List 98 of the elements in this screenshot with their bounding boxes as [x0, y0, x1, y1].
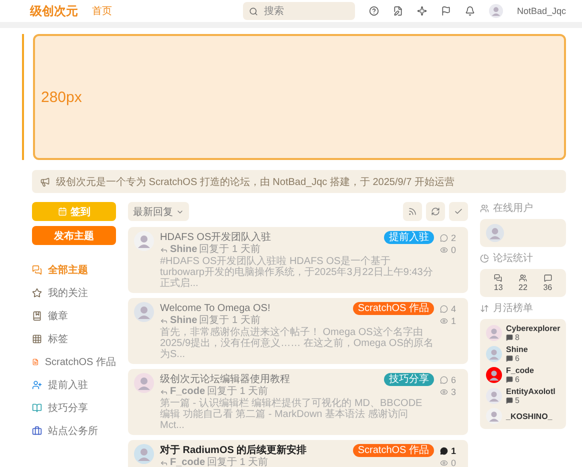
leader-name[interactable]: _KOSHINO_: [506, 412, 552, 420]
post-excerpt: 第一篇 - 认识编辑栏 编辑栏提供了可视化的 MD、BBCODE 编辑 功能自己看 第二篇 - MarkDown 基本语法 感谢访问 Mct...: [160, 398, 424, 431]
document-icon: [32, 357, 39, 367]
sidebar-item[interactable]: 技巧分享: [32, 399, 116, 417]
section-title: 在线用户: [480, 202, 566, 214]
post-card[interactable]: 对于 RadiumOS 的后续更新安排 ScratchOS 作品 F_code 回复于 1 天前 1 0: [128, 440, 468, 467]
stat-value: 22: [518, 274, 528, 292]
avatar-icon: [486, 408, 502, 424]
view-count: 1: [440, 316, 462, 326]
comment-count: 4: [440, 304, 462, 314]
check-icon: [454, 207, 463, 216]
post-count: 8: [506, 333, 560, 342]
reply-info: F_code 回复于 1 天前: [160, 386, 434, 398]
reply-info: Shine 回复于 1 天前: [160, 315, 434, 327]
site-logo[interactable]: 级创次元: [30, 2, 78, 20]
search-field[interactable]: 搜索: [242, 2, 355, 20]
avatar-icon: [134, 373, 154, 393]
post-title[interactable]: Welcome To Omega OS!: [160, 302, 349, 315]
avatar-icon: [486, 388, 502, 404]
chat-icon: [32, 265, 42, 275]
briefcase-icon: [32, 426, 42, 436]
stat-value: 13: [494, 274, 503, 292]
sidebar-item[interactable]: ScratchOS 作品: [32, 353, 116, 371]
help-icon[interactable]: [368, 6, 379, 16]
rss-icon: [408, 207, 417, 216]
comment-count: 1: [440, 446, 462, 456]
refresh-button[interactable]: [426, 202, 445, 221]
sidebar-item[interactable]: 全部主题: [32, 261, 116, 279]
comment-count: 2: [440, 233, 462, 243]
sidebar-item[interactable]: 站点公务所: [32, 422, 116, 440]
pie-chart-icon: [480, 254, 489, 262]
search-input[interactable]: 搜索: [262, 4, 342, 18]
leader-name[interactable]: F_code: [506, 366, 534, 375]
new-topic-button[interactable]: 发布主题: [32, 226, 116, 245]
comment-count: 6: [440, 375, 462, 385]
post-excerpt: #HDAFS OS开发团队入驻啦 HDAFS OS是一个基于turbowarp开发的电脑操作系统，于2025年3月22日上午9:43分正式启...: [160, 256, 434, 289]
post-excerpt: 首先，非常感谢你点进来这个帖子！ Omega OS这个名字由2025/9提出，没有任何意义…… 在这之前，Omega OS的原名为S...: [160, 327, 434, 360]
refresh-icon: [431, 207, 440, 216]
sort-icon: [480, 304, 489, 312]
reply-icon: [160, 459, 168, 467]
avatar-icon: [134, 302, 154, 322]
sidebar-item[interactable]: 徽章: [32, 307, 116, 325]
search-icon: [248, 6, 258, 16]
post-title[interactable]: 对于 RadiumOS 的后续更新安排: [160, 444, 349, 457]
user-name[interactable]: NotBad_Jqc: [516, 6, 566, 16]
sort-dropdown[interactable]: 最新回复: [128, 202, 189, 221]
reply-info: F_code 回复于 1 天前: [160, 457, 434, 467]
banner-size-label: 280px: [41, 88, 82, 106]
view-count: 3: [440, 387, 462, 397]
grid-icon: [32, 334, 42, 344]
avatar-icon: [486, 325, 502, 341]
avatar-icon: [486, 346, 502, 362]
users-icon: [480, 204, 489, 212]
post-card[interactable]: HDAFS OS开发团队入驻 提前入驻 Shine 回复于 1 天前 #HDAFS OS开发团队入驻啦 HDAFS OS是一个基于turbowarp开发的电脑操作系统，于2025年3月22日上午9:43分正式启... 2 0: [128, 227, 468, 293]
flag-icon[interactable]: [440, 6, 451, 16]
avatar-icon: [486, 224, 504, 242]
avatar-icon: [488, 4, 503, 18]
sidebar-item[interactable]: 我的关注: [32, 284, 116, 302]
post-tag[interactable]: 技巧分享: [384, 373, 434, 386]
book-icon: [32, 311, 42, 321]
add-user-icon: [32, 380, 42, 390]
leader-name[interactable]: Cyberexplorer: [506, 324, 560, 333]
avatar-icon: [134, 231, 154, 251]
post-title[interactable]: HDAFS OS开发团队入驻: [160, 231, 380, 244]
reply-icon: [160, 246, 168, 254]
avatar-icon: [486, 367, 502, 383]
post-card[interactable]: Welcome To Omega OS! ScratchOS 作品 Shine 回复于 1 天前 首先，非常感谢你点进来这个帖子！ Omega OS这个名字由2025/9提出，没有任何意义…… 在这之前，Omega OS的原名为S... 4 1: [128, 298, 468, 364]
star-icon: [32, 288, 42, 298]
edit-icon[interactable]: [392, 6, 403, 16]
bell-icon[interactable]: [464, 6, 475, 16]
leader-name[interactable]: EntityAxolotl: [506, 387, 556, 396]
book-icon: [32, 403, 42, 413]
post-tag[interactable]: 提前入驻: [384, 231, 434, 244]
stat-value: 36: [543, 274, 552, 292]
reply-icon: [160, 317, 168, 325]
view-count: 0: [440, 245, 462, 255]
rss-button[interactable]: [403, 202, 422, 221]
megaphone-icon: [40, 176, 50, 186]
post-tag[interactable]: ScratchOS 作品: [352, 302, 434, 315]
notice-text: 级创次元是一个专为 ScratchOS 打造的论坛，由 NotBad_Jqc 搭建，于 2025/9/7 开始运营: [56, 176, 454, 188]
leader-name[interactable]: Shine: [506, 345, 528, 354]
post-count: 5: [506, 396, 556, 405]
sparkle-icon[interactable]: [416, 6, 427, 16]
nav-link[interactable]: 首页: [92, 4, 112, 18]
avatar-icon: [134, 444, 154, 464]
reply-info: Shine 回复于 1 天前: [160, 244, 434, 256]
post-title[interactable]: 级创次元论坛编辑器使用教程: [160, 373, 380, 386]
section-title: 论坛统计: [480, 252, 566, 264]
view-count: 0: [440, 458, 462, 467]
post-card[interactable]: 级创次元论坛编辑器使用教程 技巧分享 F_code 回复于 1 天前 第一篇 - 认识编辑栏 编辑栏提供了可视化的 MD、BBCODE 编辑 功能自己看 第二篇 - MarkDown 基本语法 感谢访问 Mct... 6 3: [128, 369, 468, 435]
calendar-icon: [58, 207, 66, 216]
post-count: 6: [506, 354, 528, 363]
post-count: 6: [506, 375, 534, 384]
reply-icon: [160, 388, 168, 396]
section-title: 月活榜单: [480, 302, 566, 314]
post-tag[interactable]: ScratchOS 作品: [352, 444, 434, 457]
sidebar-item[interactable]: 标签: [32, 330, 116, 348]
sidebar-item[interactable]: 提前入驻: [32, 376, 116, 394]
